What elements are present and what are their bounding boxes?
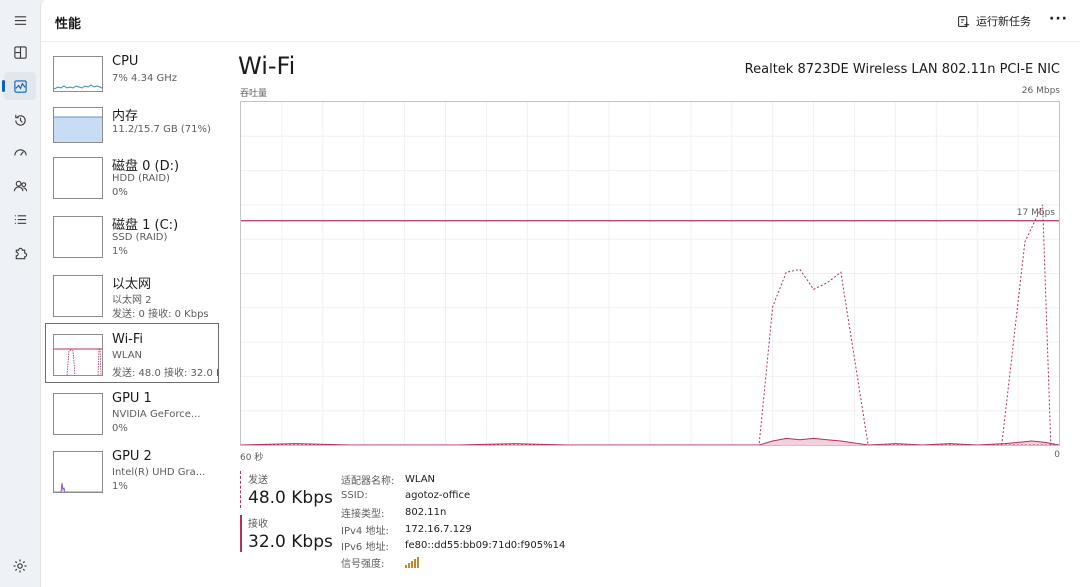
limit-label: 17 Mbps — [1016, 208, 1055, 218]
processes-icon[interactable] — [4, 38, 36, 66]
app-history-icon[interactable] — [4, 106, 36, 134]
send-label: 发送 — [248, 475, 268, 486]
resource-item-ethernet[interactable]: 以太网 以太网 2 发送: 0 接收: 0 Kbps — [45, 264, 218, 324]
zero-axis-label: 0 — [1054, 450, 1060, 460]
more-options-button[interactable]: ··· — [1049, 11, 1068, 27]
resource-item-gpu-2[interactable]: GPU 2 Intel(R) UHD Gra... 1% — [45, 440, 218, 500]
property-value: agotoz-office — [405, 490, 471, 502]
resource-item-disk-0[interactable]: 磁盘 0 (D:) HDD (RAID) 0% — [45, 146, 218, 206]
users-icon[interactable] — [4, 172, 36, 200]
resource-name: GPU 2 — [112, 449, 152, 464]
detail-title: Wi-Fi — [238, 52, 296, 80]
property-value: 802.11n — [405, 506, 447, 518]
property-value: 172.16.7.129 — [405, 523, 472, 535]
resource-name: 磁盘 1 (C:) — [112, 218, 179, 233]
resource-name: 以太网 — [112, 277, 152, 292]
resource-item-disk-1[interactable]: 磁盘 1 (C:) SSD (RAID) 1% — [45, 205, 218, 265]
header-bar: 性能 运行新任务 ··· — [41, 0, 1080, 42]
property-key: IPv4 地址: — [341, 525, 389, 537]
send-stat: 发送 48.0 Kbps — [240, 471, 333, 508]
resource-detail: SSD (RAID) — [112, 232, 168, 243]
services-icon[interactable] — [4, 239, 36, 267]
time-axis-label: 60 秒 — [240, 453, 264, 463]
property-key: IPv6 地址: — [341, 542, 389, 554]
resource-detail: 以太网 2 — [112, 295, 152, 306]
resource-detail: 11.2/15.7 GB (71%) — [112, 124, 211, 135]
resource-item-gpu-1[interactable]: GPU 1 NVIDIA GeForce... 0% — [45, 382, 218, 442]
property-row: IPv4 地址: 172.16.7.129 — [341, 521, 565, 538]
send-value: 48.0 Kbps — [248, 488, 333, 508]
resource-detail: 0% — [112, 423, 128, 434]
receive-label: 接收 — [248, 519, 268, 530]
disk-0-thumbnail — [53, 157, 103, 199]
max-axis-label: 26 Mbps — [1021, 86, 1060, 96]
property-key: 信号强度: — [341, 558, 385, 570]
run-task-label: 运行新任务 — [976, 15, 1031, 28]
property-key: 适配器名称: — [341, 475, 395, 487]
run-task-icon — [958, 15, 970, 27]
settings-gear-icon[interactable] — [12, 558, 28, 574]
details-icon[interactable] — [4, 205, 36, 233]
send-series-spike — [1001, 204, 1052, 445]
resource-detail: 1% — [112, 246, 128, 257]
property-value: WLAN — [405, 473, 436, 485]
property-row: SSID: agotoz-office — [341, 488, 565, 505]
resource-name: CPU — [112, 54, 139, 69]
resource-detail: 7% 4.34 GHz — [112, 73, 178, 84]
resource-name: Wi-Fi — [112, 332, 144, 347]
ethernet-thumbnail — [53, 275, 103, 317]
resource-detail: 发送: 48.0 接收: 32.0 K — [112, 368, 218, 379]
send-indicator — [240, 471, 241, 508]
resource-item-wifi[interactable]: Wi-Fi WLAN 发送: 48.0 接收: 32.0 K — [45, 323, 219, 383]
property-row: 信号强度: — [341, 554, 565, 571]
gpu-1-thumbnail — [53, 393, 103, 435]
resource-detail: 1% — [112, 481, 128, 492]
disk-1-thumbnail — [53, 216, 103, 258]
resource-detail: 发送: 0 接收: 0 Kbps — [112, 309, 209, 320]
gpu-2-thumbnail — [53, 451, 103, 493]
memory-thumbnail — [53, 107, 103, 143]
property-row: IPv6 地址: fe80::dd55:bb09:71d0:f905%14 — [341, 537, 565, 554]
cpu-thumbnail — [53, 56, 103, 92]
property-row: 连接类型: 802.11n — [341, 504, 565, 521]
resource-name: 内存 — [112, 109, 139, 124]
receive-value: 32.0 Kbps — [248, 532, 333, 552]
receive-indicator — [240, 515, 242, 552]
signal-strength-icon — [405, 556, 419, 568]
property-key: SSID: — [341, 490, 368, 502]
main-panel: 性能 运行新任务 ··· CPU 7% 4.34 GHz 内存 11.2/15.… — [40, 0, 1080, 587]
resource-detail: Intel(R) UHD Gra... — [112, 467, 206, 478]
resource-detail: WLAN — [112, 350, 143, 361]
throughput-graph: 17 Mbps — [240, 101, 1060, 446]
resource-detail: 0% — [112, 187, 128, 198]
receive-stat: 接收 32.0 Kbps — [240, 515, 333, 552]
run-new-task-button[interactable]: 运行新任务 — [957, 13, 1031, 29]
resource-detail: HDD (RAID) — [112, 173, 170, 184]
resource-detail: NVIDIA GeForce... — [112, 409, 201, 420]
property-value: fe80::dd55:bb09:71d0:f905%14 — [405, 540, 566, 552]
adapter-properties: 适配器名称: WLAN SSID: agotoz-office 连接类型: 80… — [341, 471, 565, 571]
page-title: 性能 — [55, 17, 82, 32]
nav-rail — [0, 0, 40, 587]
performance-icon[interactable] — [2, 72, 36, 100]
throughput-chart-svg — [241, 102, 1059, 445]
resource-name: GPU 1 — [112, 391, 152, 406]
property-row: 适配器名称: WLAN — [341, 471, 565, 488]
throughput-axis-label: 吞吐量 — [240, 89, 268, 99]
property-key: 连接类型: — [341, 508, 385, 520]
wifi-thumbnail — [53, 334, 103, 376]
adapter-name: Realtek 8723DE Wireless LAN 802.11n PCI-… — [744, 62, 1060, 77]
startup-apps-icon[interactable] — [4, 139, 36, 167]
resource-name: 磁盘 0 (D:) — [112, 159, 180, 174]
hamburger-menu-icon[interactable] — [4, 6, 36, 34]
